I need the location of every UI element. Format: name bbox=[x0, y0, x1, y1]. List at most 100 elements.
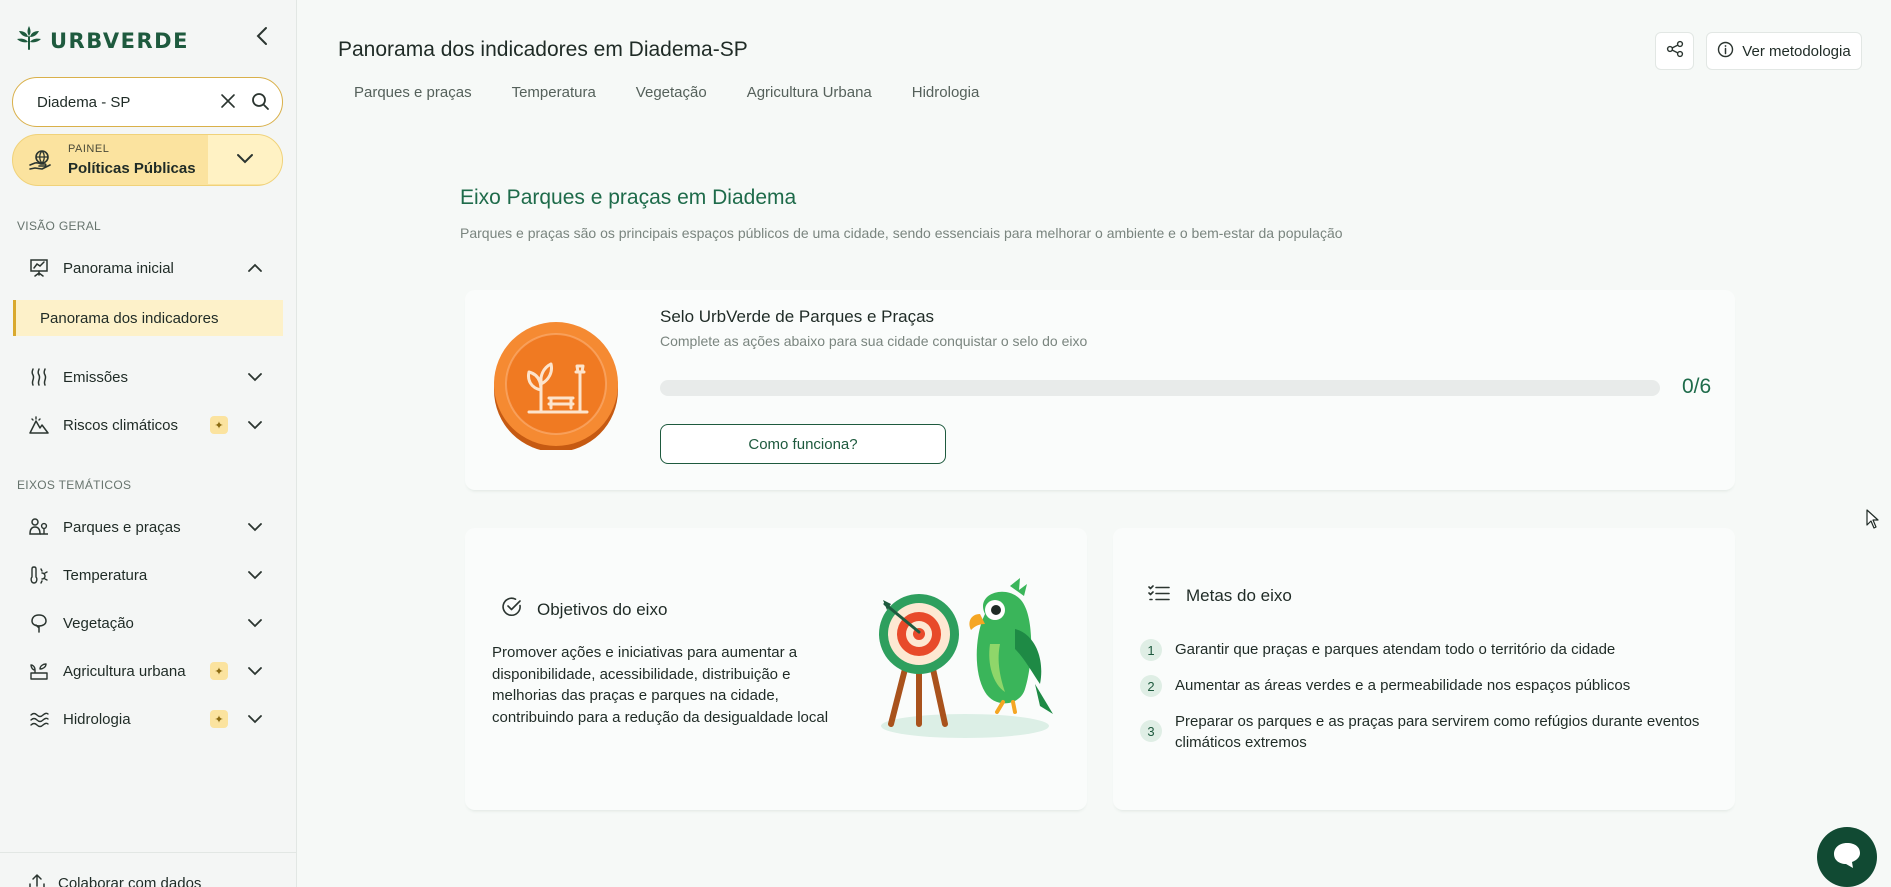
info-icon bbox=[1717, 41, 1734, 62]
seal-subtitle: Complete as ações abaixo para sua cidade… bbox=[660, 333, 1088, 349]
sidebar-item-label: Parques e praças bbox=[63, 518, 181, 536]
sidebar-item-label: Temperatura bbox=[63, 566, 148, 584]
goal-number: 2 bbox=[1140, 675, 1162, 697]
city-search-input[interactable]: Diadema - SP bbox=[12, 77, 283, 127]
tab-vegetacao[interactable]: Vegetação bbox=[636, 82, 707, 103]
sparkle-icon: ✦ bbox=[210, 416, 228, 434]
seal-title: Selo UrbVerde de Parques e Praças bbox=[660, 307, 935, 326]
axis-subtitle: Parques e praças são os principais espaç… bbox=[460, 225, 1343, 241]
people-park-icon bbox=[28, 516, 50, 538]
close-icon[interactable] bbox=[220, 93, 236, 114]
checklist-icon bbox=[1148, 584, 1170, 607]
sidebar-item-label: Hidrologia bbox=[63, 710, 131, 728]
sidebar-item-label: Panorama inicial bbox=[63, 259, 174, 277]
heat-waves-icon bbox=[28, 366, 50, 388]
collaborate-data-link[interactable]: Colaborar com dados bbox=[28, 872, 201, 887]
mouse-cursor-icon bbox=[1866, 509, 1880, 534]
sparkle-icon: ✦ bbox=[210, 662, 228, 680]
goals-header: Metas do eixo bbox=[1148, 584, 1292, 607]
sidebar: URBVERDE Diadema - SP PAINEL Políticas P… bbox=[0, 0, 297, 887]
sidebar-item-riscos-climaticos[interactable]: Riscos climáticos ✦ bbox=[16, 407, 280, 443]
collapse-sidebar-button[interactable] bbox=[252, 26, 272, 50]
goals-card: Metas do eixo 1 Garantir que praças e pa… bbox=[1113, 528, 1735, 810]
collaborate-data-label: Colaborar com dados bbox=[58, 874, 202, 887]
chat-bubble-icon bbox=[1831, 840, 1863, 875]
search-value[interactable]: Diadema - SP bbox=[37, 94, 282, 111]
chevron-down-icon[interactable] bbox=[247, 567, 263, 585]
tab-agricultura-urbana[interactable]: Agricultura Urbana bbox=[747, 82, 872, 103]
sparkle-icon: ✦ bbox=[210, 710, 228, 728]
section-label-themes: EIXOS TEMÁTICOS bbox=[17, 478, 132, 492]
goal-item: 1 Garantir que praças e parques atendam … bbox=[1140, 639, 1715, 661]
mountain-alert-icon bbox=[28, 414, 50, 436]
sidebar-item-label: Vegetação bbox=[63, 614, 134, 632]
tab-hidrologia[interactable]: Hidrologia bbox=[912, 82, 980, 103]
methodology-button[interactable]: Ver metodologia bbox=[1706, 32, 1862, 70]
water-waves-icon bbox=[28, 708, 50, 730]
chevron-down-icon[interactable] bbox=[247, 663, 263, 681]
panel-label: PAINEL bbox=[68, 143, 110, 155]
chevron-down-icon[interactable] bbox=[247, 519, 263, 537]
sidebar-item-vegetacao[interactable]: Vegetação bbox=[16, 605, 280, 641]
tab-parques-pracas[interactable]: Parques e praças bbox=[354, 82, 472, 103]
theme-tabs: Parques e praças Temperatura Vegetação A… bbox=[338, 82, 1019, 103]
goal-text: Garantir que praças e parques atendam to… bbox=[1175, 641, 1616, 658]
goal-text: Preparar os parques e as praças para ser… bbox=[1175, 713, 1700, 751]
how-it-works-button[interactable]: Como funciona? bbox=[660, 424, 946, 464]
hand-globe-icon bbox=[29, 149, 53, 176]
check-circle-icon bbox=[501, 596, 523, 623]
chevron-left-icon bbox=[256, 26, 268, 51]
thermometer-sun-icon bbox=[28, 564, 50, 586]
sidebar-item-emissoes[interactable]: Emissões bbox=[16, 359, 280, 395]
park-seal-badge-icon bbox=[491, 320, 621, 455]
sidebar-footer: Colaborar com dados bbox=[0, 852, 296, 887]
chevron-down-icon bbox=[236, 151, 254, 169]
sidebar-item-temperatura[interactable]: Temperatura bbox=[16, 557, 280, 593]
seal-progress-count: 0/6 bbox=[1682, 375, 1712, 398]
sidebar-item-label: Riscos climáticos bbox=[63, 416, 179, 434]
brand-name: URBVERDE bbox=[50, 28, 189, 53]
chevron-down-icon[interactable] bbox=[247, 369, 263, 387]
chevron-down-icon[interactable] bbox=[247, 417, 263, 435]
tree-icon bbox=[28, 612, 50, 634]
sidebar-item-hidrologia[interactable]: Hidrologia ✦ bbox=[16, 701, 280, 737]
chevron-down-icon[interactable] bbox=[247, 711, 263, 729]
chevron-down-icon[interactable] bbox=[247, 615, 263, 633]
methodology-label: Ver metodologia bbox=[1742, 42, 1851, 60]
sidebar-item-panorama-inicial[interactable]: Panorama inicial bbox=[16, 250, 280, 286]
tab-temperatura[interactable]: Temperatura bbox=[512, 82, 596, 103]
objectives-card: Objetivos do eixo Promover ações e inici… bbox=[465, 528, 1087, 810]
upload-icon bbox=[28, 872, 46, 887]
section-label-overview: VISÃO GERAL bbox=[17, 219, 101, 233]
sidebar-item-label: Agricultura urbana bbox=[63, 662, 186, 680]
sidebar-item-agricultura-urbana[interactable]: Agricultura urbana ✦ bbox=[16, 653, 280, 689]
seedling-icon bbox=[28, 660, 50, 682]
seal-progress-bar bbox=[660, 380, 1660, 396]
panel-dropdown-toggle[interactable] bbox=[208, 135, 282, 184]
goal-item: 2 Aumentar as áreas verdes e a permeabil… bbox=[1140, 675, 1715, 697]
goal-text: Aumentar as áreas verdes e a permeabilid… bbox=[1175, 677, 1631, 694]
panel-selector[interactable]: PAINEL Políticas Públicas bbox=[12, 134, 283, 186]
sidebar-item-label: Emissões bbox=[63, 368, 129, 386]
brand-logo[interactable]: URBVERDE bbox=[16, 24, 189, 57]
leaf-logo-icon bbox=[16, 24, 42, 57]
chevron-up-icon[interactable] bbox=[247, 260, 263, 278]
panel-value: Políticas Públicas bbox=[68, 160, 196, 177]
presentation-chart-icon bbox=[28, 257, 50, 279]
axis-title: Eixo Parques e praças em Diadema bbox=[460, 186, 797, 209]
goal-number: 3 bbox=[1140, 720, 1162, 742]
share-button[interactable] bbox=[1655, 32, 1694, 70]
sidebar-item-parques-pracas[interactable]: Parques e praças bbox=[16, 509, 280, 545]
search-icon[interactable] bbox=[251, 92, 270, 116]
sidebar-subitem-panorama-indicadores[interactable]: Panorama dos indicadores bbox=[13, 300, 283, 336]
goal-number: 1 bbox=[1140, 639, 1162, 661]
goals-title: Metas do eixo bbox=[1186, 585, 1292, 605]
goal-item: 3 Preparar os parques e as praças para s… bbox=[1140, 711, 1715, 753]
seal-card: Selo UrbVerde de Parques e Praças Comple… bbox=[465, 290, 1735, 490]
objectives-header: Objetivos do eixo bbox=[501, 596, 667, 623]
parrot-target-illustration-icon bbox=[875, 574, 1065, 749]
chat-button[interactable] bbox=[1817, 827, 1877, 887]
share-icon bbox=[1666, 40, 1684, 63]
page-title: Panorama dos indicadores em Diadema-SP bbox=[338, 38, 748, 61]
objectives-title: Objetivos do eixo bbox=[537, 599, 668, 619]
